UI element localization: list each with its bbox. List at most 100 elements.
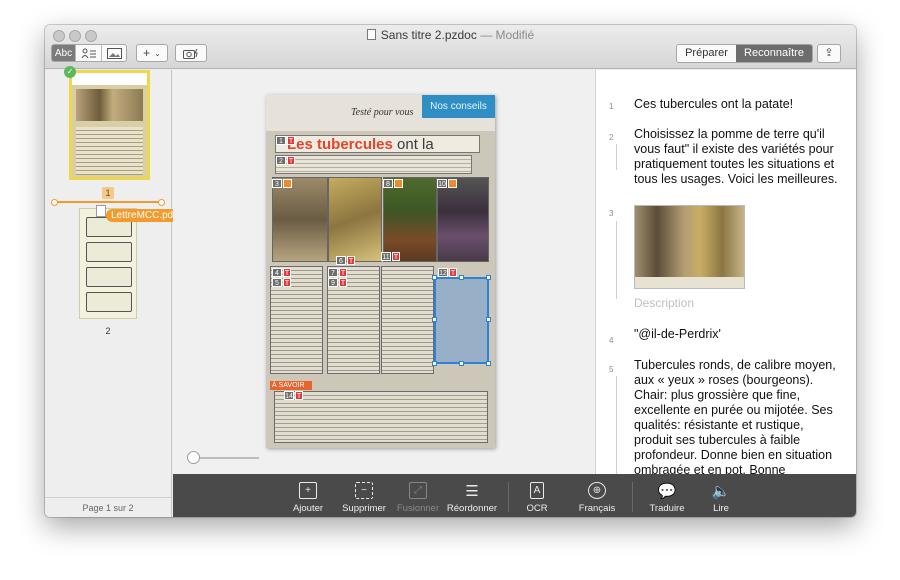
dragged-file-label[interactable]: LettreMCC.pdf [106, 209, 182, 222]
globe-icon: ⊕ [588, 482, 606, 499]
merge-zones-icon: ⤢ [409, 482, 427, 499]
drop-insertion-line [51, 199, 165, 206]
zone-number-badge: 10 [437, 179, 447, 188]
text-zone-badge: T [392, 252, 400, 261]
text-zone-badge: T [339, 278, 347, 287]
window-title: Sans titre 2.pzdoc — Modifié [45, 28, 856, 42]
resize-handle[interactable] [432, 361, 437, 366]
bottom-text-zone[interactable] [274, 391, 488, 443]
text-zone-badge: T [347, 256, 355, 265]
merge-zones-button[interactable]: ⤢ Fusionner [395, 474, 441, 517]
block-number: 5 [609, 365, 614, 374]
merge-zones-label: Fusionner [396, 503, 440, 514]
resize-handle[interactable] [486, 361, 491, 366]
zone-number-badge: 11 [381, 252, 391, 261]
resize-handle[interactable] [459, 361, 464, 366]
ocr-button[interactable]: A OCR [519, 474, 555, 517]
block-number: 2 [609, 133, 614, 142]
photo-zone-4[interactable] [328, 177, 382, 262]
language-button[interactable]: ⊕ Français [574, 474, 620, 517]
resize-handle[interactable] [486, 317, 491, 322]
zone-number-badge: 4 [272, 268, 282, 277]
add-zone-label: Ajouter [292, 503, 324, 514]
prepare-mode-button[interactable]: Préparer [677, 45, 736, 62]
translate-button[interactable]: 💬 Traduire [645, 474, 689, 517]
text-zone-badge: T [287, 136, 295, 145]
block-divider [616, 376, 617, 474]
thumbnail-text [76, 127, 143, 175]
recognized-block[interactable]: Choisissez la pomme de terre qu'il vous … [634, 127, 844, 187]
image-zone-badge [283, 179, 292, 188]
text-zone-badge: T [295, 391, 303, 400]
zoom-slider-track[interactable] [193, 457, 259, 459]
resize-handle[interactable] [486, 275, 491, 280]
intro-text-zone[interactable] [275, 155, 472, 174]
photo-zone-8[interactable] [383, 177, 437, 262]
delete-zone-label: Supprimer [342, 503, 386, 514]
image-zone-badge [394, 179, 403, 188]
photo-zone-10[interactable] [437, 177, 489, 262]
resize-handle[interactable] [432, 275, 437, 280]
zoom-slider-knob[interactable] [187, 451, 200, 464]
image-description-field[interactable]: Description [634, 296, 694, 310]
zone-number-badge: 6 [336, 256, 346, 265]
text-zone-badge: T [449, 268, 457, 277]
recognized-image[interactable] [634, 205, 745, 289]
toolbar-separator [508, 482, 509, 512]
zone-number-badge: 12 [438, 268, 448, 277]
page-thumbnail-2[interactable] [79, 208, 137, 319]
page-thumbnail-1[interactable] [69, 70, 150, 180]
add-zone-button[interactable]: + Ajouter [286, 474, 330, 517]
headline-red-text: Les tubercules [287, 136, 393, 153]
selected-zone[interactable] [432, 275, 491, 366]
resize-handle[interactable] [459, 275, 464, 280]
bottom-toolbar: + Ajouter − Supprimer ⤢ Fusionner ☰ Réor… [173, 474, 856, 517]
zone-number-badge: 14 [284, 391, 294, 400]
headline-zone[interactable]: Les tubercules ont la patate ! [275, 135, 480, 170]
person-lines-icon[interactable] [76, 45, 102, 61]
recognize-mode-button[interactable]: Reconnaître [736, 45, 812, 62]
sketch-panel [86, 267, 132, 287]
pages-sidebar: ✓ 1 LettreMCC.pdf 2 Page 1 sur 2 [45, 66, 182, 517]
text-zone-badge: T [283, 278, 291, 287]
camera-group [175, 44, 207, 62]
recognized-block[interactable]: Tubercules ronds, de calibre moyen, aux … [634, 358, 844, 474]
block-number: 4 [609, 336, 614, 345]
text-mode-button[interactable]: Abc [52, 45, 76, 61]
share-icon[interactable]: ⇪ [817, 44, 841, 63]
sketch-panel [86, 242, 132, 262]
recognized-block[interactable]: "@il-de-Perdrix' [634, 327, 844, 342]
ocr-label: OCR [526, 503, 548, 514]
page-number-2: 2 [105, 326, 111, 336]
document-name: Sans titre 2.pzdoc [380, 28, 477, 42]
app-window: Sans titre 2.pzdoc — Modifié Abc + ⌄ Pré… [45, 25, 856, 517]
page-indicator: Page 1 sur 2 [45, 497, 171, 517]
zone-number-badge: 2 [276, 156, 286, 165]
image-icon[interactable] [102, 45, 126, 61]
reorder-button[interactable]: ☰ Réordonner [446, 474, 498, 517]
add-menu-button[interactable]: + ⌄ [137, 45, 167, 61]
page-header-text: Testé pour vous [351, 107, 414, 118]
text-column-zone[interactable] [381, 266, 434, 374]
read-aloud-label: Lire [713, 503, 729, 514]
text-zone-badge: T [339, 268, 347, 277]
zone-number-badge: 9 [328, 278, 338, 287]
add-label: + [143, 46, 151, 60]
read-aloud-button[interactable]: 🔈 Lire [703, 474, 739, 517]
sketch-panel [86, 292, 132, 312]
zone-number-badge: 1 [276, 136, 286, 145]
language-label: Français [578, 503, 616, 514]
zone-number-badge: 3 [272, 179, 282, 188]
recognized-block[interactable]: Ces tubercules ont la patate! [634, 97, 844, 112]
checkmark-icon: ✓ [64, 66, 76, 78]
block-number: 1 [609, 102, 614, 111]
document-icon [366, 29, 376, 40]
thumbnail-header [72, 73, 147, 85]
camera-icon[interactable] [176, 45, 206, 61]
resize-handle[interactable] [432, 317, 437, 322]
chevron-down-icon: ⌄ [154, 48, 161, 58]
photo-zone-3[interactable] [272, 177, 328, 262]
toolbar-separator [632, 482, 633, 512]
delete-zone-button[interactable]: − Supprimer [339, 474, 389, 517]
document-canvas: Testé pour vous Nos conseils Les tubercu… [173, 70, 595, 474]
